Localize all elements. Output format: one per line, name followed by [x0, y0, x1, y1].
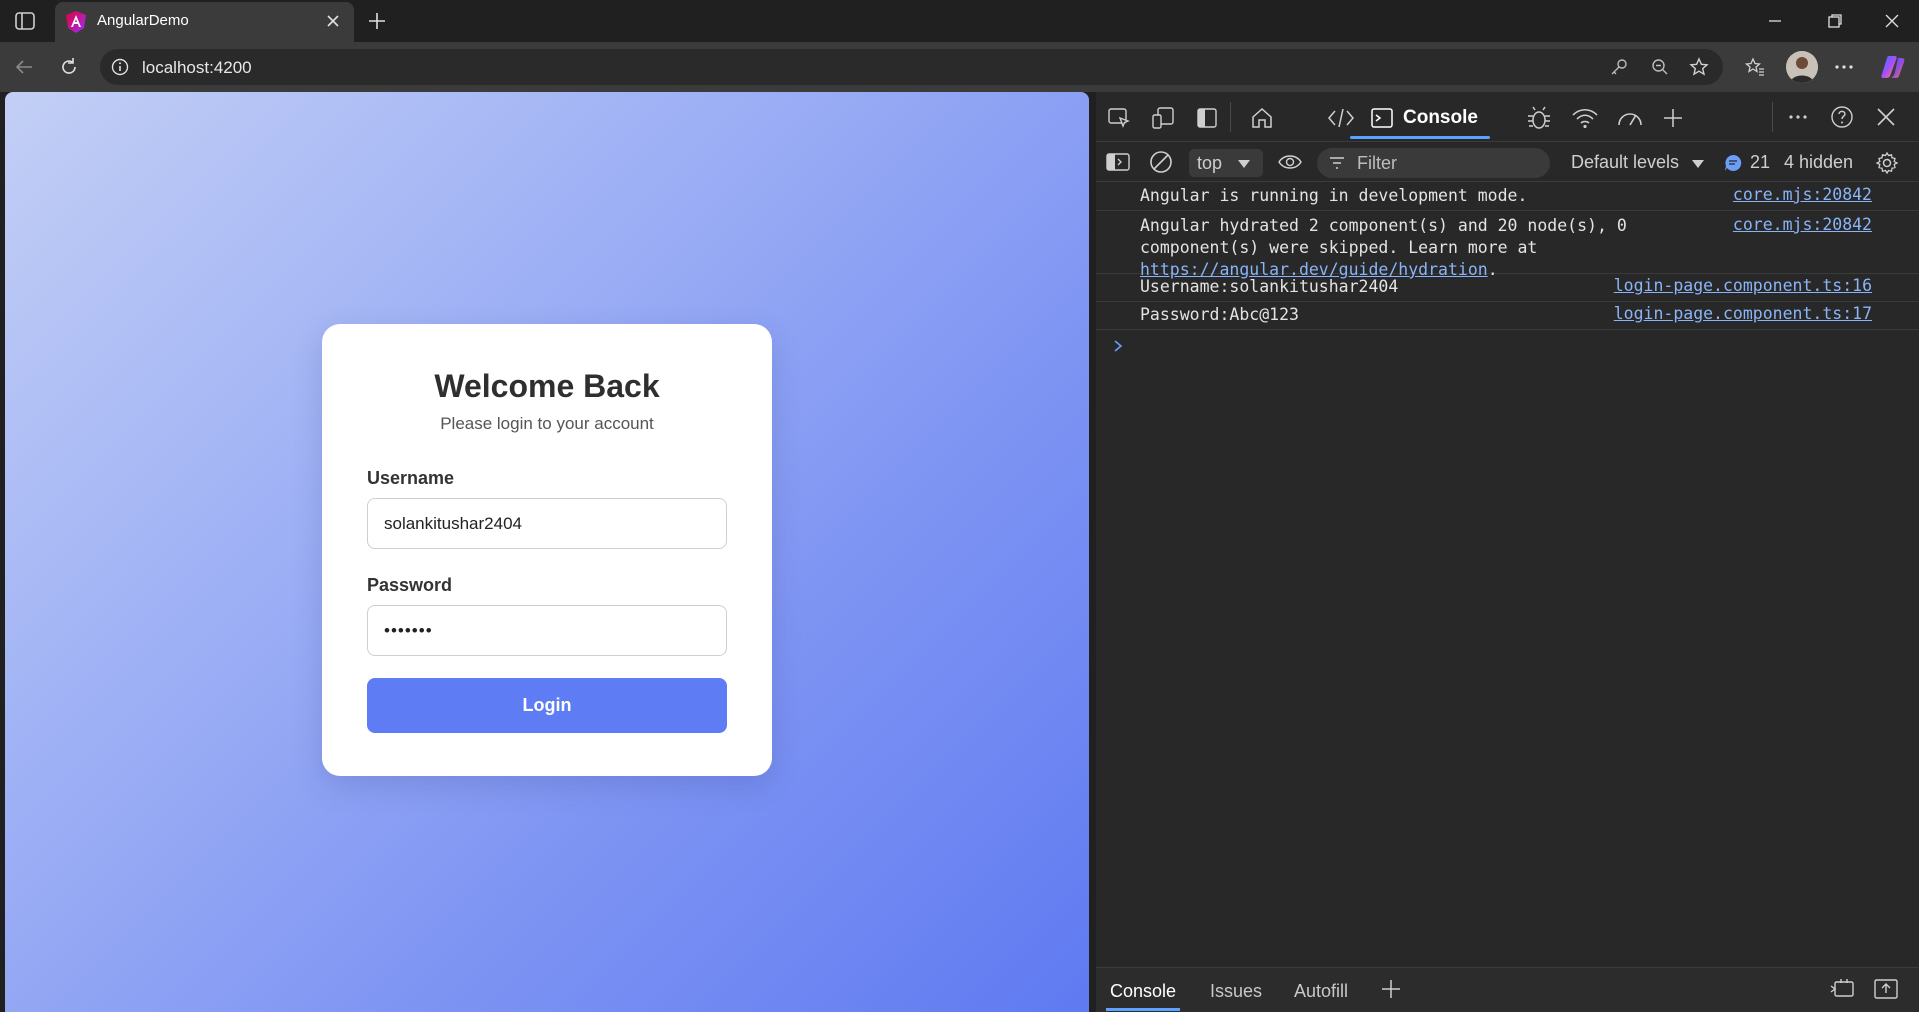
- username-input[interactable]: solankitushar2404: [367, 498, 727, 549]
- message-text: Password:Abc@123: [1140, 305, 1299, 324]
- drawer-tab-bar: Console Issues Autofill: [1096, 967, 1919, 1012]
- network-wifi-icon[interactable]: [1570, 104, 1600, 132]
- angular-logo-icon: [65, 10, 87, 34]
- clear-console-icon[interactable]: [1149, 150, 1173, 174]
- restore-icon[interactable]: [1815, 8, 1855, 34]
- filter-input[interactable]: Filter: [1317, 148, 1550, 178]
- copilot-icon[interactable]: [1879, 53, 1907, 81]
- password-input[interactable]: •••••••: [367, 605, 727, 656]
- console-message: Angular is running in development mode. …: [1096, 182, 1919, 211]
- close-tab-icon[interactable]: [323, 11, 343, 31]
- context-selector[interactable]: top: [1189, 149, 1263, 177]
- username-value: solankitushar2404: [384, 514, 522, 533]
- favorite-star-icon[interactable]: [1688, 56, 1710, 78]
- message-source-link[interactable]: core.mjs:20842: [1733, 185, 1872, 204]
- minimize-icon[interactable]: [1755, 8, 1795, 34]
- drawer-undock-icon[interactable]: [1829, 978, 1855, 1000]
- context-value: top: [1197, 153, 1223, 173]
- page-viewport: Welcome Back Please login to your accoun…: [5, 92, 1089, 1012]
- devtools-toolbar: Console: [1096, 92, 1919, 142]
- login-card: Welcome Back Please login to your accoun…: [322, 324, 772, 776]
- message-text: Username:solankitushar2404: [1140, 277, 1399, 296]
- new-tab-icon[interactable]: [366, 10, 388, 32]
- console-sidebar-icon[interactable]: [1106, 151, 1130, 173]
- password-label: Password: [367, 575, 453, 595]
- message-source-link[interactable]: login-page.component.ts:17: [1614, 304, 1872, 323]
- performance-gauge-icon[interactable]: [1615, 104, 1645, 132]
- console-icon[interactable]: [1369, 105, 1395, 131]
- hidden-count: 4 hidden: [1784, 152, 1854, 172]
- log-levels-dropdown[interactable]: Default levels: [1571, 152, 1679, 173]
- reload-icon[interactable]: [57, 55, 81, 79]
- browser-tab[interactable]: AngularDemo: [55, 2, 354, 42]
- console-prompt-chevron-icon: [1114, 340, 1123, 352]
- console-message: Angular hydrated 2 component(s) and 20 n…: [1096, 211, 1919, 279]
- console-message: Password:Abc@123 login-page.component.ts…: [1096, 302, 1919, 330]
- profile-avatar[interactable]: [1786, 51, 1818, 83]
- message-count: 21: [1750, 152, 1771, 172]
- elements-code-icon[interactable]: [1326, 104, 1356, 132]
- favorites-icon[interactable]: [1743, 55, 1767, 79]
- sources-bug-icon[interactable]: [1524, 103, 1554, 133]
- welcome-home-icon[interactable]: [1248, 104, 1276, 132]
- address-toolbar: localhost:4200: [0, 42, 1919, 92]
- console-message: Username:solankitushar2404 login-page.co…: [1096, 274, 1919, 302]
- dock-side-icon[interactable]: [1194, 105, 1220, 131]
- drawer-active-indicator: [1106, 1008, 1180, 1011]
- console-settings-gear-icon[interactable]: [1874, 150, 1900, 176]
- message-text: Angular is running in development mode.: [1140, 186, 1528, 205]
- site-info-icon[interactable]: [110, 57, 130, 77]
- filter-placeholder: Filter: [1357, 153, 1397, 173]
- console-filter-bar: top Filter Default levels 21 4 hidden: [1096, 142, 1919, 182]
- live-expression-eye-icon[interactable]: [1276, 151, 1304, 173]
- devtools-more-icon[interactable]: [1786, 105, 1810, 129]
- login-subheading: Please login to your account: [440, 414, 654, 433]
- message-source-link[interactable]: core.mjs:20842: [1733, 215, 1872, 234]
- drawer-add-tab-icon[interactable]: [1380, 978, 1402, 1000]
- address-bar[interactable]: localhost:4200: [100, 49, 1723, 85]
- tab-title: AngularDemo: [97, 12, 189, 29]
- devtools-panel: Console top Filter Default levels 21 4 h…: [1096, 92, 1919, 1012]
- key-icon[interactable]: [1609, 57, 1629, 77]
- messages-count-icon: [1725, 154, 1742, 171]
- zoom-out-icon[interactable]: [1650, 57, 1670, 77]
- back-icon[interactable]: [12, 55, 36, 79]
- url-text: localhost:4200: [142, 58, 252, 77]
- help-icon[interactable]: [1829, 104, 1855, 130]
- browser-tab-bar: AngularDemo: [0, 0, 1919, 42]
- message-source-link[interactable]: login-page.component.ts:16: [1614, 276, 1872, 295]
- login-button[interactable]: Login: [367, 678, 727, 733]
- close-devtools-icon[interactable]: [1873, 104, 1899, 130]
- login-heading: Welcome Back: [434, 368, 660, 404]
- message-text-line1: Angular hydrated 2 component(s) and 20 n…: [1140, 216, 1627, 235]
- close-window-icon[interactable]: [1872, 8, 1912, 34]
- levels-dropdown-icon: [1692, 160, 1704, 168]
- active-tab-indicator: [1350, 136, 1490, 139]
- inspect-element-icon[interactable]: [1106, 105, 1132, 131]
- sidebar-toggle-icon[interactable]: [12, 10, 38, 32]
- more-menu-icon[interactable]: [1832, 55, 1856, 79]
- context-dropdown-icon: [1238, 160, 1250, 168]
- drawer-tab-console[interactable]: Console: [1110, 981, 1176, 1002]
- filter-icon: [1330, 157, 1344, 169]
- username-label: Username: [367, 468, 455, 488]
- message-text-line2: component(s) were skipped. Learn more at: [1140, 238, 1538, 257]
- device-emulation-icon[interactable]: [1150, 105, 1176, 131]
- drawer-tab-issues[interactable]: Issues: [1210, 981, 1262, 1002]
- drawer-dock-icon[interactable]: [1873, 977, 1899, 1001]
- drawer-tab-autofill[interactable]: Autofill: [1294, 981, 1348, 1002]
- more-tools-plus-icon[interactable]: [1660, 105, 1686, 131]
- tab-console[interactable]: Console: [1403, 107, 1478, 129]
- password-mask: •••••••: [384, 621, 433, 640]
